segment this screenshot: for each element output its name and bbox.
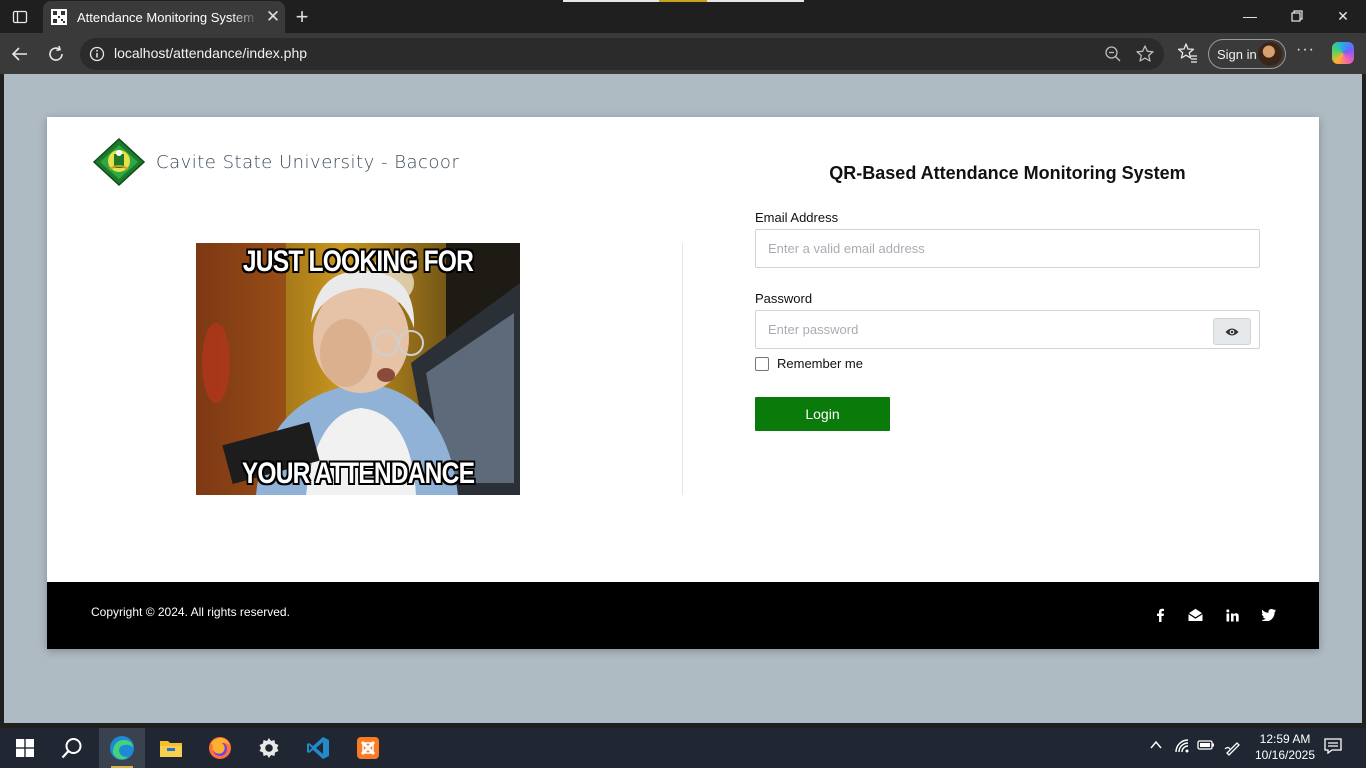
avatar [1258, 42, 1282, 66]
start-icon[interactable] [2, 728, 48, 768]
firefox-icon[interactable] [197, 728, 243, 768]
file-explorer-icon[interactable] [148, 728, 194, 768]
more-icon[interactable]: ··· [1296, 41, 1315, 59]
clock-time: 12:59 AM [1259, 732, 1311, 746]
zoom-out-icon[interactable] [1104, 45, 1122, 68]
remember-me[interactable]: Remember me [755, 356, 863, 371]
sign-in-label: Sign in [1217, 46, 1257, 62]
envelope-icon[interactable] [1186, 606, 1204, 624]
vscode-icon[interactable] [295, 728, 341, 768]
pen-icon[interactable] [1224, 738, 1242, 761]
tab-strip-accent [563, 0, 804, 2]
password-field[interactable] [755, 310, 1260, 349]
windows-taskbar: 12:59 AM 10/16/2025 [0, 728, 1366, 768]
meme-bottom-text: YOUR ATTENDANCE [241, 457, 475, 490]
sign-in-button[interactable]: Sign in [1208, 39, 1286, 69]
network-icon[interactable] [1174, 738, 1192, 759]
url-text: localhost/attendance/index.php [114, 45, 308, 61]
clock-date: 10/16/2025 [1254, 748, 1316, 762]
page-viewport: Cavite State University - Bacoor JUST LO… [4, 74, 1362, 723]
tab-actions-icon[interactable] [8, 6, 32, 28]
search-icon[interactable] [49, 728, 95, 768]
remember-checkbox[interactable] [755, 356, 769, 371]
show-hidden-icons-icon[interactable] [1149, 738, 1163, 757]
remember-label: Remember me [777, 356, 863, 371]
facebook-icon[interactable] [1151, 606, 1169, 624]
copilot-icon[interactable] [1332, 42, 1354, 64]
new-tab-icon[interactable]: + [291, 4, 313, 30]
system-clock[interactable]: 12:59 AM 10/16/2025 [1250, 731, 1320, 763]
star-icon[interactable] [1135, 44, 1155, 69]
minimize-icon[interactable]: — [1238, 6, 1262, 26]
site-info-icon[interactable] [89, 46, 105, 67]
battery-icon[interactable] [1197, 738, 1215, 757]
brand-header: Cavite State University - Bacoor [92, 137, 459, 187]
favorites-icon[interactable] [1177, 42, 1199, 69]
browser-tab-bar: Attendance Monitoring System u ✕ + — ✕ [0, 0, 1366, 33]
form-title: QR-Based Attendance Monitoring System [829, 163, 1186, 183]
show-password-eye-icon[interactable] [1213, 318, 1251, 345]
browser-tab-active[interactable]: Attendance Monitoring System u ✕ [43, 1, 285, 33]
twitter-icon[interactable] [1260, 606, 1278, 624]
password-label: Password [755, 291, 813, 306]
edge-icon[interactable] [99, 728, 145, 768]
university-logo-icon [92, 137, 146, 187]
university-name: Cavite State University - Bacoor [156, 151, 460, 173]
settings-icon[interactable] [246, 728, 292, 768]
address-bar[interactable]: localhost/attendance/index.php [80, 38, 1164, 70]
tab-title: Attendance Monitoring System u [77, 9, 259, 25]
browser-toolbar: localhost/attendance/index.php Sign in ·… [0, 33, 1366, 74]
refresh-icon[interactable] [43, 41, 69, 67]
meme-top-text: JUST LOOKING FOR [242, 245, 474, 278]
meme-image: JUST LOOKING FOR YOUR ATTENDANCE [196, 243, 520, 495]
back-arrow-icon[interactable] [7, 41, 33, 67]
login-card: Cavite State University - Bacoor JUST LO… [47, 117, 1319, 649]
restore-icon[interactable] [1285, 6, 1309, 26]
close-window-icon[interactable]: ✕ [1331, 6, 1355, 26]
copyright-text: Copyright © 2024. All rights reserved. [91, 605, 290, 619]
email-field[interactable] [755, 229, 1260, 268]
xampp-icon[interactable] [345, 728, 391, 768]
tab-close-icon[interactable]: ✕ [263, 7, 283, 27]
qr-favicon-icon [51, 9, 67, 25]
email-label: Email Address [755, 210, 839, 225]
login-button[interactable]: Login [755, 397, 890, 431]
linkedin-icon[interactable] [1223, 606, 1241, 624]
column-divider [682, 243, 683, 495]
notifications-icon[interactable] [1324, 738, 1342, 759]
footer: Copyright © 2024. All rights reserved. [47, 582, 1319, 649]
